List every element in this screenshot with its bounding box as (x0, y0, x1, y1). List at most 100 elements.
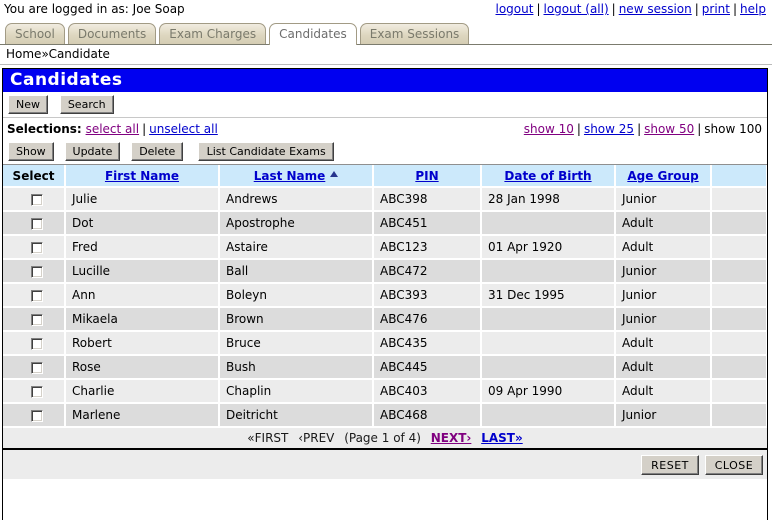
selections-label: Selections: (7, 121, 82, 136)
tab-exam-sessions[interactable]: Exam Sessions (359, 23, 470, 44)
tab-documents[interactable]: Documents (67, 23, 157, 44)
show-25-link[interactable]: show 25 (584, 122, 634, 136)
show-10-link[interactable]: show 10 (524, 122, 574, 136)
list-candidate-exams-button[interactable]: List Candidate Exams (198, 142, 335, 161)
cell-pin: ABC398 (373, 187, 482, 212)
sort-date-of-birth-link[interactable]: Date of Birth (504, 169, 591, 183)
show-button[interactable]: Show (8, 142, 54, 161)
table-row[interactable]: Fred Astaire ABC123 01 Apr 1920 Adult (3, 235, 767, 260)
new-button[interactable]: New (8, 95, 48, 114)
row-checkbox[interactable] (30, 337, 43, 350)
table-row[interactable]: Dot Apostrophe ABC451 Adult (3, 211, 767, 236)
help-link[interactable]: help (740, 2, 766, 16)
cell-first-name: Dot (65, 211, 220, 236)
breadcrumb: Home»Candidate (0, 45, 772, 65)
column-header-select: Select (3, 165, 66, 188)
row-checkbox[interactable] (30, 193, 43, 206)
tab-exam-charges[interactable]: Exam Charges (159, 23, 267, 44)
cell-extra (711, 331, 767, 356)
show-50-link[interactable]: show 50 (644, 122, 694, 136)
row-select-cell[interactable] (3, 259, 66, 284)
search-button[interactable]: Search (59, 95, 114, 114)
row-select-cell[interactable] (3, 379, 66, 404)
row-checkbox[interactable] (30, 409, 43, 422)
row-select-cell[interactable] (3, 307, 66, 332)
print-link[interactable]: print (702, 2, 730, 16)
selections-group: Selections: select all | unselect all (7, 119, 218, 139)
table-row[interactable]: Marlene Deitricht ABC468 Junior (3, 403, 767, 428)
cell-last-name: Chaplin (219, 379, 374, 404)
row-select-cell[interactable] (3, 187, 66, 212)
cell-last-name: Ball (219, 259, 374, 284)
cell-date-of-birth (481, 355, 616, 380)
column-header-last-name[interactable]: Last Name (219, 165, 374, 188)
cell-pin: ABC403 (373, 379, 482, 404)
cell-age-group: Junior (615, 403, 712, 428)
row-checkbox[interactable] (30, 241, 43, 254)
table-row[interactable]: Ann Boleyn ABC393 31 Dec 1995 Junior (3, 283, 767, 308)
table-row[interactable]: Lucille Ball ABC472 Junior (3, 259, 767, 284)
cell-extra (711, 283, 767, 308)
row-checkbox[interactable] (30, 313, 43, 326)
sort-pin-link[interactable]: PIN (415, 169, 438, 183)
row-checkbox[interactable] (30, 385, 43, 398)
page-size-options: show 10 | show 25 | show 50 | show 100 (524, 119, 762, 139)
cell-last-name: Deitricht (219, 403, 374, 428)
table-row[interactable]: Julie Andrews ABC398 28 Jan 1998 Junior (3, 187, 767, 212)
new-session-link[interactable]: new session (619, 2, 692, 16)
row-select-cell[interactable] (3, 355, 66, 380)
row-select-cell[interactable] (3, 235, 66, 260)
close-button[interactable]: CLOSE (705, 454, 763, 475)
logged-in-as-text: You are logged in as: Joe Soap (4, 2, 185, 16)
table-row[interactable]: Charlie Chaplin ABC403 09 Apr 1990 Adult (3, 379, 767, 404)
cell-last-name: Boleyn (219, 283, 374, 308)
cell-date-of-birth (481, 259, 616, 284)
row-select-cell[interactable] (3, 331, 66, 356)
cell-extra (711, 259, 767, 284)
column-header-pin[interactable]: PIN (373, 165, 482, 188)
column-header-date-of-birth[interactable]: Date of Birth (481, 165, 616, 188)
column-header-first-name[interactable]: First Name (65, 165, 220, 188)
cell-first-name: Robert (65, 331, 220, 356)
select-all-link[interactable]: select all (86, 122, 140, 136)
sort-age-group-link[interactable]: Age Group (627, 169, 698, 183)
column-header-age-group[interactable]: Age Group (615, 165, 712, 188)
cell-extra (711, 355, 767, 380)
table-row[interactable]: Rose Bush ABC445 Adult (3, 355, 767, 380)
cell-date-of-birth: 01 Apr 1920 (481, 235, 616, 260)
link-separator: | (611, 2, 616, 16)
row-select-cell[interactable] (3, 403, 66, 428)
tab-school[interactable]: School (5, 23, 65, 44)
update-button[interactable]: Update (64, 142, 121, 161)
reset-button[interactable]: RESET (641, 454, 699, 475)
row-checkbox[interactable] (30, 289, 43, 302)
table-row[interactable]: Mikaela Brown ABC476 Junior (3, 307, 767, 332)
row-select-cell[interactable] (3, 211, 66, 236)
cell-last-name: Astaire (219, 235, 374, 260)
cell-pin: ABC476 (373, 307, 482, 332)
cell-date-of-birth: 09 Apr 1990 (481, 379, 616, 404)
cell-last-name: Brown (219, 307, 374, 332)
logout-link[interactable]: logout (496, 2, 534, 16)
cell-pin: ABC393 (373, 283, 482, 308)
sort-first-name-link[interactable]: First Name (105, 169, 179, 183)
cell-last-name: Andrews (219, 187, 374, 212)
next-page-link[interactable]: NEXT› (431, 431, 472, 445)
last-page-link[interactable]: LAST» (481, 431, 523, 445)
sort-last-name-link[interactable]: Last Name (254, 169, 326, 183)
delete-button[interactable]: Delete (131, 142, 184, 161)
selections-row: Selections: select all | unselect all show… (3, 118, 767, 139)
row-checkbox[interactable] (30, 217, 43, 230)
row-checkbox[interactable] (30, 361, 43, 374)
tab-candidates[interactable]: Candidates (269, 23, 357, 45)
row-checkbox[interactable] (30, 265, 43, 278)
unselect-all-link[interactable]: unselect all (149, 122, 218, 136)
cell-extra (711, 379, 767, 404)
cell-age-group: Adult (615, 331, 712, 356)
row-select-cell[interactable] (3, 283, 66, 308)
table-row[interactable]: Robert Bruce ABC435 Adult (3, 331, 767, 356)
column-header-spacer (711, 165, 767, 188)
logout-all-link[interactable]: logout (all) (544, 2, 609, 16)
table-header-row: Select First Name Last Name PIN Date of … (3, 165, 767, 188)
cell-first-name: Lucille (65, 259, 220, 284)
